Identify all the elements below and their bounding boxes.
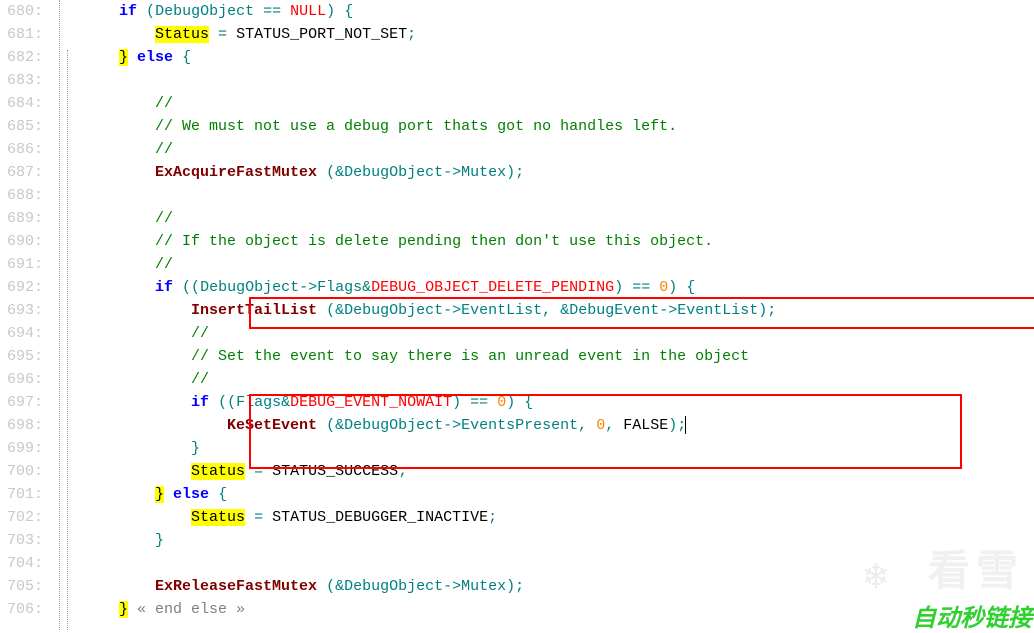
code-line[interactable]: Status = STATUS_SUCCESS; [83,460,776,483]
code-line[interactable]: if (DebugObject == NULL) { [83,0,776,23]
line-number-gutter: 680:681:682:683:684:685:686:687:688:689:… [0,0,55,633]
line-number: 680: [0,0,49,23]
code-area[interactable]: if (DebugObject == NULL) { Status = STAT… [83,0,776,633]
code-line[interactable]: // [83,368,776,391]
line-number: 702: [0,506,49,529]
code-line[interactable]: if ((DebugObject->Flags&DEBUG_OBJECT_DEL… [83,276,776,299]
line-number: 701: [0,483,49,506]
line-number: 682: [0,46,49,69]
code-line[interactable]: // [83,207,776,230]
line-number: 683: [0,69,49,92]
code-line[interactable] [83,184,776,207]
fold-column [55,0,83,633]
line-number: 696: [0,368,49,391]
line-number: 699: [0,437,49,460]
line-number: 700: [0,460,49,483]
code-line[interactable]: // [83,253,776,276]
line-number: 681: [0,23,49,46]
line-number: 686: [0,138,49,161]
line-number: 705: [0,575,49,598]
line-number: 684: [0,92,49,115]
code-editor[interactable]: 680:681:682:683:684:685:686:687:688:689:… [0,0,1034,633]
code-line[interactable] [83,552,776,575]
line-number: 691: [0,253,49,276]
code-line[interactable]: // We must not use a debug port thats go… [83,115,776,138]
code-line[interactable]: ExAcquireFastMutex (&DebugObject->Mutex)… [83,161,776,184]
code-line[interactable]: // If the object is delete pending then … [83,230,776,253]
code-line[interactable]: } « end else » [83,598,776,621]
line-number: 704: [0,552,49,575]
code-line[interactable]: } [83,529,776,552]
line-number: 694: [0,322,49,345]
text-cursor [685,416,686,434]
line-number: 692: [0,276,49,299]
line-number: 690: [0,230,49,253]
line-number: 693: [0,299,49,322]
code-line[interactable]: InsertTailList (&DebugObject->EventList,… [83,299,776,322]
line-number: 698: [0,414,49,437]
line-number: 685: [0,115,49,138]
code-line[interactable]: // Set the event to say there is an unre… [83,345,776,368]
line-number: 697: [0,391,49,414]
line-number: 695: [0,345,49,368]
code-line[interactable]: Status = STATUS_DEBUGGER_INACTIVE; [83,506,776,529]
line-number: 689: [0,207,49,230]
line-number: 687: [0,161,49,184]
line-number: 703: [0,529,49,552]
line-number: 706: [0,598,49,621]
line-number: 688: [0,184,49,207]
code-line[interactable]: } [83,437,776,460]
code-line[interactable] [83,69,776,92]
code-line[interactable]: if ((Flags&DEBUG_EVENT_NOWAIT) == 0) { [83,391,776,414]
code-line[interactable]: ExReleaseFastMutex (&DebugObject->Mutex)… [83,575,776,598]
code-line[interactable]: } else { [83,46,776,69]
code-line[interactable]: Status = STATUS_PORT_NOT_SET; [83,23,776,46]
code-line[interactable]: // [83,138,776,161]
code-line[interactable]: // [83,322,776,345]
code-line[interactable]: KeSetEvent (&DebugObject->EventsPresent,… [83,414,776,437]
code-line[interactable]: } else { [83,483,776,506]
code-line[interactable]: // [83,92,776,115]
